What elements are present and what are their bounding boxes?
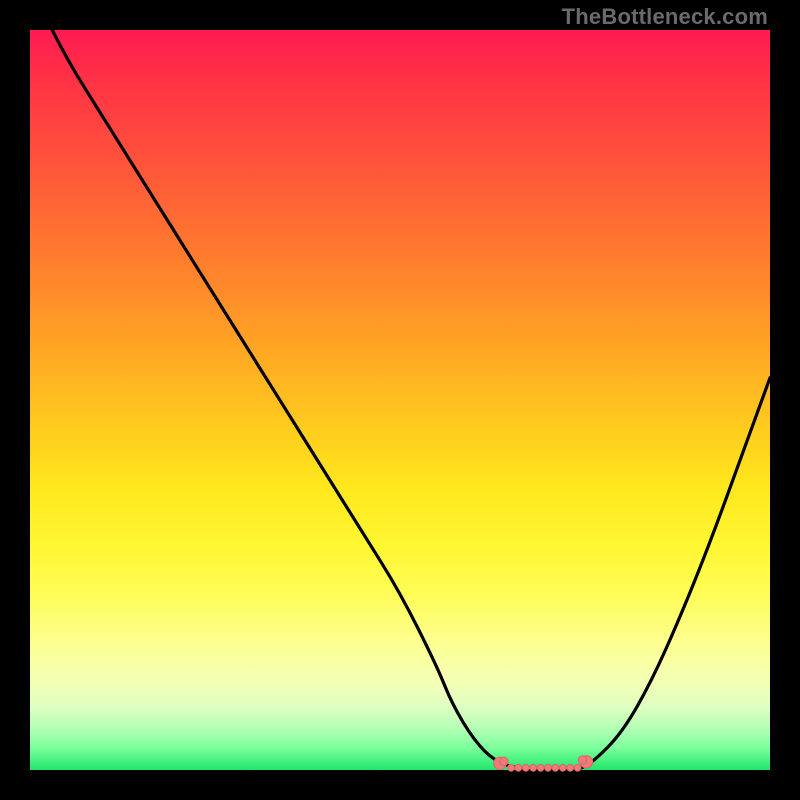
watermark-text: TheBottleneck.com: [562, 4, 768, 30]
flat-run-dot: [545, 764, 552, 771]
curve-group: [52, 30, 770, 770]
curve-overlay: [30, 30, 770, 770]
marker-group: [494, 756, 593, 771]
marker-left-2: [500, 757, 508, 765]
flat-run-dot: [522, 764, 529, 771]
flat-run-dot: [508, 764, 515, 771]
flat-run-dot: [574, 764, 581, 771]
chart-frame: TheBottleneck.com: [0, 0, 800, 800]
flat-run-dot: [515, 764, 522, 771]
flat-run-dot: [552, 764, 559, 771]
flat-run-dot: [559, 764, 566, 771]
marker-right-2: [578, 756, 586, 764]
bottleneck-curve-path: [52, 30, 770, 770]
flat-run-dot: [530, 764, 537, 771]
flat-run-dot: [567, 764, 574, 771]
flat-run-dot: [537, 764, 544, 771]
